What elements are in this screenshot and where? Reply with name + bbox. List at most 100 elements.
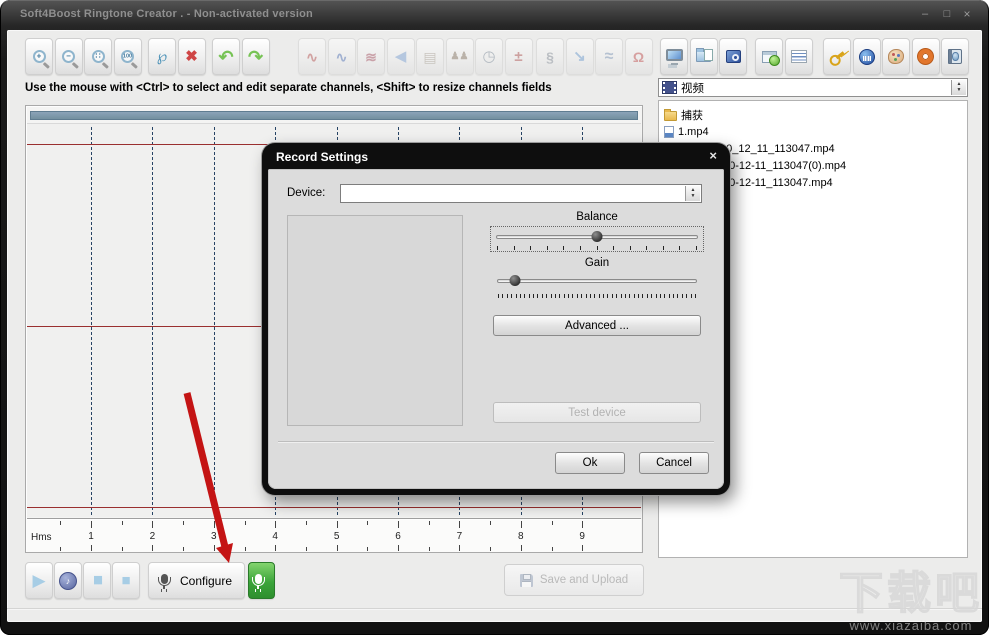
slider-tick [613,246,615,250]
slider-tick [679,246,681,250]
screen-capture-button[interactable] [660,38,688,75]
noise-removal-icon: Ω [632,48,645,65]
import-media-button[interactable] [689,38,718,75]
slider-tick [533,294,535,298]
ruler-major-tick [520,521,522,528]
gain-slider[interactable] [492,273,702,299]
smooth-icon: ≈ [604,47,614,65]
slider-tick [576,294,578,298]
slider-tick [563,246,565,250]
disc-ripper-button[interactable] [719,38,747,75]
device-list-panel[interactable] [287,215,463,426]
manual-button[interactable] [941,38,969,75]
slider-tick [642,294,644,298]
ruler-number: 5 [333,531,340,542]
slider-tick [550,294,552,298]
zoom-100-button[interactable]: 100 [113,38,142,75]
smooth-button: ≈ [595,38,623,75]
dialog-body: Device: ▲ ▼ Balance Gain Advanced ... Te… [268,169,724,489]
dialog-close-button[interactable]: × [709,148,717,163]
ok-button[interactable]: Ok [555,452,625,474]
slider-tick [581,294,583,298]
undo-button[interactable]: ↶ [212,38,240,75]
new-window-button[interactable] [755,38,783,75]
slider-tick [596,246,598,250]
slider-tick [515,294,517,298]
stop-button[interactable]: ■ [112,562,140,599]
themes-button[interactable] [882,38,910,75]
cancel-button[interactable]: Cancel [639,452,709,474]
manual-icon [948,49,962,64]
reverse-button: ◀ [386,38,415,75]
maximize-button[interactable]: □ [939,6,955,22]
gain-ticks [498,293,696,298]
zoom-in-button[interactable]: + [25,38,53,75]
playlist-button[interactable] [784,38,813,75]
minimize-button[interactable]: – [917,6,933,22]
slider-tick [673,294,675,298]
file-list-item[interactable]: 捕获 [664,107,703,123]
file-list-item[interactable]: 20-12-11_113047.mp4 [723,175,833,191]
advanced-button[interactable]: Advanced ... [493,315,701,336]
file-list-item[interactable]: 20-12-11_113047(0).mp4 [723,158,846,174]
dropdown-spinner[interactable]: ▲ ▼ [951,80,966,95]
save-and-upload-button: Save and Upload [504,564,644,596]
fade-out-button: ∿ [327,38,356,75]
close-button[interactable]: × [959,6,975,22]
loop-playback-button[interactable]: ♪ [54,562,82,599]
pause-button[interactable]: ▮▮ [83,562,111,599]
draw-envelope-button[interactable]: ℘ [148,38,176,75]
ruler-major-tick [213,521,215,528]
zoom-selection-button[interactable]: ∷ [84,38,112,75]
window-title: Soft4Boost Ringtone Creator . - Non-acti… [20,8,313,20]
device-dropdown[interactable]: ▲ ▼ [340,184,702,203]
file-name: 20-12-11_113047.mp4 [723,177,833,189]
ruler-bottom-tick [275,545,277,551]
normalize-icon: ↘ [573,48,586,65]
ruler-major-tick [152,521,154,528]
device-label: Device: [287,187,326,199]
slider-tick [668,294,670,298]
zoom-out-icon: − [62,50,75,63]
activation-key-button[interactable] [823,38,851,75]
overview-scroll-bar[interactable] [30,111,638,120]
ruler-bottom-tick [582,545,584,551]
ruler-bottom-tick [367,547,369,551]
file-name: 20-12-11_113047(0).mp4 [723,160,847,172]
client-area: + − ∷ 100 ℘ ✖ ↶ ↷ ∿ ∿ ≋ ◀ ▤ ♟♟ ◷ ± § ↘ ≈ Ω Use the mouse wi… [7,30,982,622]
zoom-out-button[interactable]: − [54,38,83,75]
help-button[interactable] [911,38,940,75]
ruler-major-tick [582,521,584,528]
balance-thumb[interactable] [591,231,603,242]
gain-thumb[interactable] [509,275,521,286]
balance-ticks [497,245,697,250]
record-microphone-icon [252,573,265,589]
play-button[interactable]: ▶ [25,562,53,599]
configure-button[interactable]: Configure [148,562,245,599]
fade-in-icon: ∿ [306,48,318,65]
balance-slider[interactable] [490,226,704,252]
fade-in-button: ∿ [298,38,326,75]
zoom-100-icon: 100 [121,50,134,63]
title-bar[interactable]: Soft4Boost Ringtone Creator . - Non-acti… [0,0,989,30]
file-name: 20_12_11_113047.mp4 [720,143,835,155]
file-list-item[interactable]: 1.mp4 [664,124,709,140]
draw-envelope-icon: ℘ [156,48,168,65]
ruler-bottom-tick [336,545,338,551]
record-button[interactable] [248,562,275,599]
media-category-dropdown[interactable]: 视频 ▲ ▼ [658,78,968,97]
slider-tick [524,294,526,298]
ruler-number: 7 [456,531,463,542]
record-settings-dialog: Record Settings × Device: ▲ ▼ Balance Ga… [262,143,730,495]
online-services-button[interactable] [852,38,881,75]
file-list-item[interactable]: 20_12_11_113047.mp4 [720,141,835,157]
slider-tick [528,294,530,298]
device-spinner[interactable]: ▲ ▼ [685,186,700,201]
file-name: 捕获 [681,110,703,122]
ruler-bottom-tick [551,547,553,551]
reverse-icon: ◀ [394,48,407,65]
mix-waveform-icon: ≋ [365,48,377,65]
redo-button[interactable]: ↷ [241,38,270,75]
delete-selection-button[interactable]: ✖ [177,38,206,75]
slider-tick [681,294,683,298]
